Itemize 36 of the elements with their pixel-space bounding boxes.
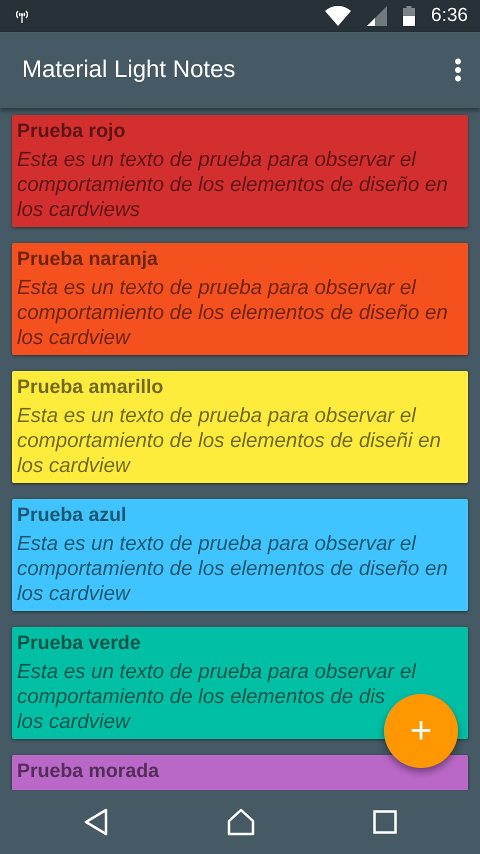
note-text-line: Esta es un texto de prueba para observar el [17,531,416,556]
note-card[interactable]: Prueba naranja Esta es un texto de prueba para observar el comportamiento de los elementos de diseño en los cardview [12,243,468,355]
note-text-line: comportamiento de los elementos de diseño en [17,300,448,325]
note-text-line: los cardview [17,325,130,350]
wifi-icon [325,6,352,26]
note-title: Prueba rojo [17,119,126,143]
clock-time: 6:36 [431,4,468,28]
note-title: Prueba naranja [17,247,158,271]
note-card[interactable]: Prueba azul Esta es un texto de prueba para observar el comportamiento de los elementos de diseño en los cardview [12,499,468,611]
note-title: Prueba verde [17,631,141,655]
note-card[interactable]: Prueba amarillo Esta es un texto de prueba para observar el comportamiento de los elementos de diseñi en los cardview [12,371,468,483]
back-icon[interactable] [83,808,109,836]
note-text-line: Esta es un texto de prueba para observar el [17,403,416,428]
note-title: Prueba azul [17,503,126,527]
radio-tower-icon [14,9,30,23]
note-text-line: Esta es un texto de prueba para observar el [17,659,416,684]
note-text-line: comportamiento de los elementos de dis [17,684,386,709]
note-text-line: comportamiento de los elementos de diseño en [17,172,448,197]
note-text-line: los cardviews [17,197,140,222]
note-text-line: comportamiento de los elementos de diseñi en [17,428,441,453]
note-title: Prueba amarillo [17,375,164,399]
more-options-icon[interactable] [454,58,462,82]
note-card[interactable]: Prueba rojo Esta es un texto de prueba para observar el comportamiento de los elementos de diseño en los cardviews [12,115,468,227]
note-text-line: Esta es un texto de prueba para observar el [17,275,416,300]
battery-icon [403,6,416,26]
signal-icon [367,6,388,26]
note-text-line: los cardview [17,709,130,734]
note-text-line: Esta es un texto de prueba para observar el [17,147,416,172]
note-text-line: los cardview [17,581,130,606]
recents-icon[interactable] [373,810,397,834]
app-title: Material Light Notes [22,55,236,85]
note-text-line: los cardview [17,453,130,478]
home-icon[interactable] [227,808,255,836]
note-title: Prueba morada [17,759,159,783]
note-card[interactable]: Prueba morada [12,755,468,790]
note-text-line: comportamiento de los elementos de diseño en [17,556,448,581]
